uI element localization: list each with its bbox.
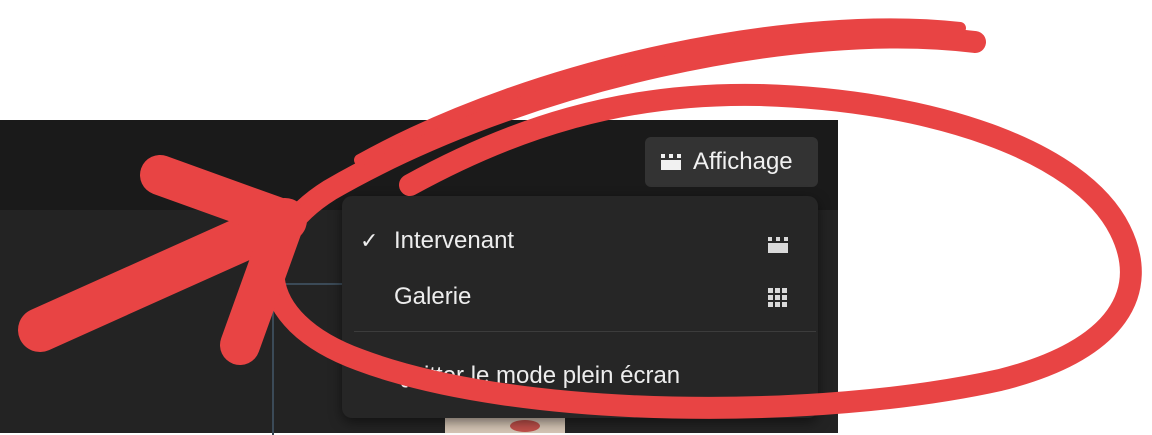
menu-divider — [354, 331, 816, 332]
menu-item-label: Quitter le mode plein écran — [392, 362, 681, 389]
view-button-label: Affichage — [693, 148, 793, 175]
gallery-grid-icon — [768, 288, 787, 307]
speaker-view-icon — [768, 232, 788, 260]
video-tile-border — [272, 283, 344, 435]
view-button[interactable]: Affichage — [645, 137, 818, 187]
checkmark-icon: ✓ — [360, 228, 379, 253]
menu-item-gallery[interactable]: Galerie — [342, 272, 818, 322]
participant-video-detail — [510, 420, 540, 432]
menu-item-exit-fullscreen[interactable]: Quitter le mode plein écran — [342, 351, 818, 401]
menu-item-speaker[interactable]: ✓ Intervenant — [342, 216, 818, 266]
menu-item-label: Intervenant — [394, 227, 515, 254]
menu-item-label: Galerie — [394, 283, 472, 310]
speaker-view-icon — [661, 154, 681, 170]
view-dropdown-menu: ✓ Intervenant Galerie Quitter le mode pl… — [342, 196, 818, 418]
